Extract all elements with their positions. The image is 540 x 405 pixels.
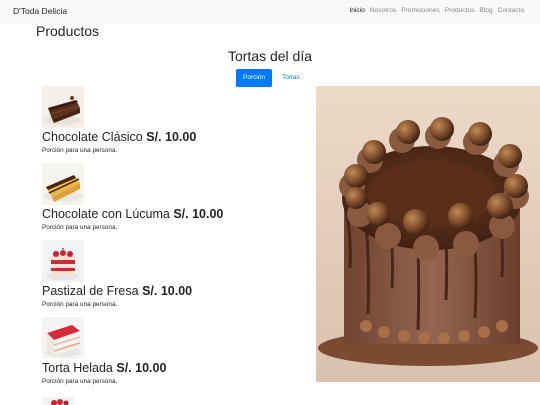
- nav-link-promociones[interactable]: Promociones: [401, 7, 439, 14]
- product-name: Chocolate con Lúcuma: [42, 207, 170, 221]
- product-title: Torta Helada S/. 10.00: [42, 361, 166, 375]
- top-navbar: D'Toda Delicia Inicio Nosotros Promocion…: [0, 0, 540, 24]
- nav-link-blog[interactable]: Blog: [479, 7, 492, 14]
- product-description: Porción para una persona.: [42, 147, 118, 154]
- nav-link-nosotros[interactable]: Nosotros: [370, 7, 396, 14]
- tab-tortas[interactable]: Tortas: [272, 69, 307, 87]
- product-name: Pastizal de Fresa: [42, 284, 139, 298]
- chocolate-cake-hero-image: [316, 86, 540, 382]
- nav-link-contacto[interactable]: Contacto: [498, 7, 524, 14]
- section-title: Tortas del día: [227, 48, 313, 64]
- product-title: Pastizal de Fresa S/. 10.00: [42, 284, 192, 298]
- product-name: Chocolate Clásico: [42, 130, 143, 144]
- page-title: Productos: [36, 23, 100, 39]
- brand-link[interactable]: D'Toda Delicia: [13, 6, 67, 16]
- product-title: Chocolate con Lúcuma S/. 10.00: [42, 207, 223, 221]
- product-description: Porción para una persona.: [42, 224, 118, 231]
- product-item: Pastizal de Fresa S/. 10.00 Porción para…: [42, 240, 192, 308]
- product-price: S/. 10.00: [173, 207, 224, 221]
- product-price: S/. 10.00: [146, 130, 197, 144]
- product-item: Chocolate Clásico S/. 10.00 Porción para…: [42, 86, 196, 154]
- product-item: Torta Helada S/. 10.00 Porción para una …: [42, 317, 166, 385]
- nav-link-productos[interactable]: Productos: [445, 7, 475, 14]
- next-product-image: [42, 397, 74, 405]
- tab-porcion[interactable]: Porción: [236, 69, 272, 87]
- chocolate-cake-slice-image: [42, 86, 84, 128]
- nav-link-inicio[interactable]: Inicio: [349, 7, 364, 14]
- nav-links: Inicio Nosotros Promociones Productos Bl…: [349, 7, 524, 14]
- frozen-cake-slice-image: [42, 317, 84, 359]
- product-item: Chocolate con Lúcuma S/. 10.00 Porción p…: [42, 163, 223, 231]
- product-price: S/. 10.00: [142, 284, 193, 298]
- product-name: Torta Helada: [42, 361, 113, 375]
- product-price: S/. 10.00: [116, 361, 167, 375]
- product-description: Porción para una persona.: [42, 301, 118, 308]
- category-tabs: Porción Tortas: [236, 69, 307, 87]
- lucuma-cake-slice-image: [42, 163, 84, 205]
- product-title: Chocolate Clásico S/. 10.00: [42, 130, 196, 144]
- product-description: Porción para una persona.: [42, 378, 118, 385]
- strawberry-cake-slice-image: [42, 240, 84, 282]
